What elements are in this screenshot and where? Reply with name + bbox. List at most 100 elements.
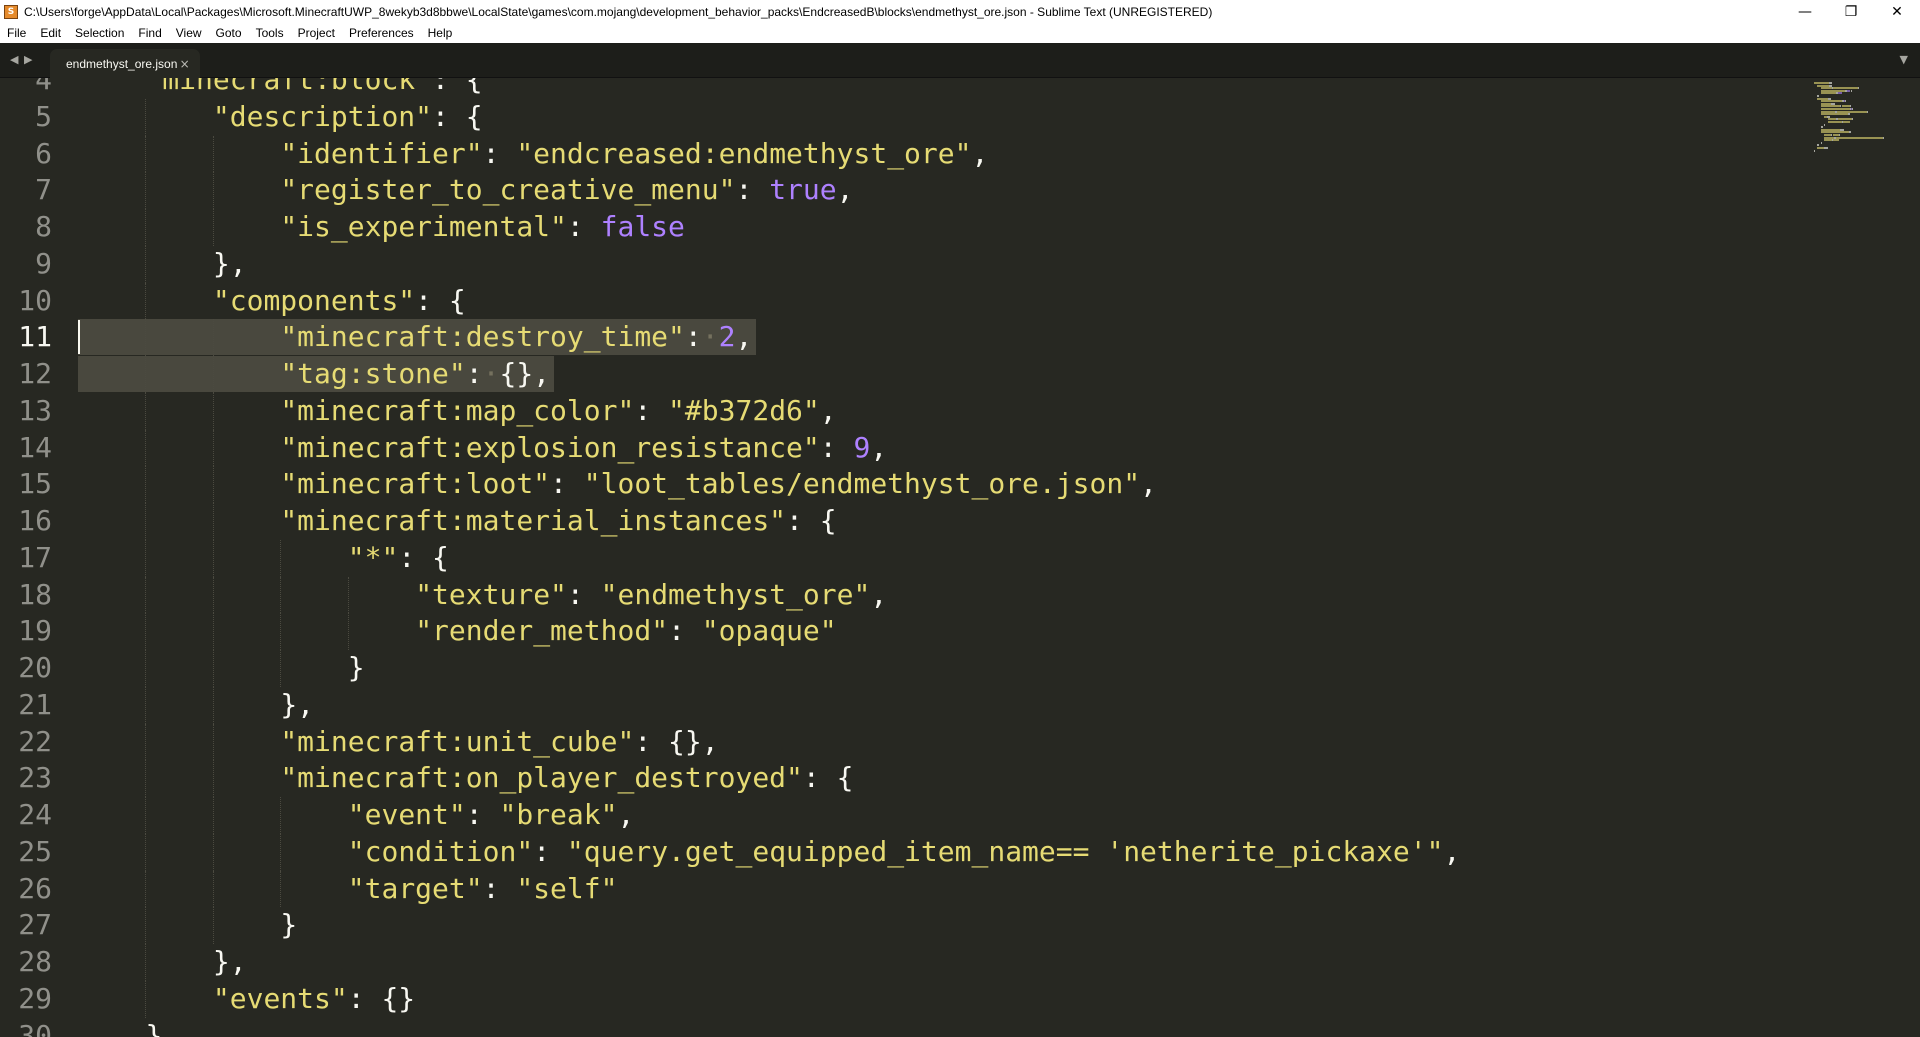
minimap-line: [1843, 121, 1851, 123]
code-line[interactable]: "minecraft:explosion_resistance": 9,: [280, 430, 887, 466]
indent-guide: [145, 356, 147, 393]
line-number-gutter[interactable]: 4 5 6 7 8 9 10 11 12 13 14 15 16 17 18 19 20 21 22 23 24 25 26…: [0, 78, 78, 1037]
line-number: 13: [18, 393, 52, 427]
string-token: "break": [499, 798, 618, 831]
code-editor[interactable]: 4 5 6 7 8 9 10 11 12 13 14 15 16 17 18 19 20 21 22 23 24 25 26…: [0, 78, 1920, 1037]
code-line[interactable]: },: [213, 246, 247, 282]
indent-guide: [145, 760, 147, 797]
indent-guide: [212, 797, 214, 834]
string-token: "description": [212, 99, 433, 133]
punctuation-token: ,: [819, 393, 837, 427]
menu-project[interactable]: Project: [291, 23, 342, 43]
code-line[interactable]: }: [145, 1018, 162, 1037]
indent-guide: [145, 135, 147, 173]
indent-guide: [280, 539, 282, 577]
menu-find[interactable]: Find: [131, 23, 168, 43]
line-number: 30: [18, 1018, 52, 1037]
menu-file[interactable]: File: [0, 23, 33, 43]
code-line[interactable]: },: [280, 687, 314, 723]
code-line[interactable]: "components": {: [213, 283, 466, 319]
code-line[interactable]: "minecraft:loot": "loot_tables/endmethys…: [280, 466, 1157, 502]
indent-guide: [145, 797, 147, 834]
code-line[interactable]: "minecraft:unit_cube": {},: [280, 724, 718, 760]
code-area[interactable]: "minecraft:block": {"description": {"ide…: [78, 78, 1798, 1037]
string-token: "query.get_equipped_item_name== 'netheri…: [566, 834, 1444, 868]
punctuation-token: : {: [415, 283, 466, 317]
code-line[interactable]: },: [213, 944, 247, 980]
code-line[interactable]: "minecraft:block": {: [145, 78, 482, 98]
punctuation-token: ,: [836, 173, 854, 207]
menu-goto[interactable]: Goto: [209, 23, 249, 43]
code-line[interactable]: "description": {: [213, 99, 483, 135]
code-line[interactable]: "target": "self": [348, 871, 618, 907]
back-arrow-icon[interactable]: ◀: [10, 53, 18, 66]
line-number: 17: [18, 540, 52, 574]
minimap[interactable]: [1800, 78, 1898, 1037]
text-caret: [78, 320, 80, 355]
code-line[interactable]: "events": {}: [213, 981, 415, 1017]
line-number: 5: [35, 99, 52, 133]
indent-guide: [145, 319, 147, 356]
line-number: 11: [18, 320, 52, 354]
constant-token: 2: [718, 320, 736, 354]
code-line[interactable]: "render_method": "opaque": [415, 613, 836, 649]
string-token: "components": [212, 283, 416, 317]
chevron-down-icon[interactable]: ▼: [1900, 53, 1908, 66]
tab-endmethyst-ore-json[interactable]: endmethyst_ore.json ×: [50, 49, 200, 78]
close-button[interactable]: ✕: [1874, 0, 1920, 23]
code-line[interactable]: "minecraft:destroy_time":·2,: [280, 319, 752, 355]
indent-guide: [145, 650, 147, 687]
menu-view[interactable]: View: [169, 23, 209, 43]
menu-preferences[interactable]: Preferences: [342, 23, 421, 43]
line-number: 24: [18, 798, 52, 831]
indent-guide: [212, 172, 214, 209]
code-line[interactable]: "is_experimental": false: [280, 209, 685, 245]
code-line[interactable]: }: [348, 650, 365, 686]
indent-guide: [145, 980, 147, 1018]
code-line[interactable]: "texture": "endmethyst_ore",: [415, 577, 887, 613]
code-line[interactable]: "minecraft:on_player_destroyed": {: [280, 760, 853, 796]
punctuation-token: : {: [432, 99, 483, 133]
minimize-button[interactable]: —: [1782, 0, 1828, 23]
indent-guide: [212, 503, 214, 540]
indent-guide: [145, 282, 147, 320]
punctuation-token: ,: [1140, 467, 1157, 501]
code-line[interactable]: "register_to_creative_menu": true,: [280, 172, 853, 208]
maximize-button[interactable]: ❐: [1828, 0, 1874, 23]
close-tab-icon[interactable]: ×: [177, 57, 192, 71]
title-bar: S C:\Users\forge\AppData\Local\Packages\…: [0, 0, 1920, 23]
menu-tools[interactable]: Tools: [249, 23, 291, 43]
minimap-line: [1820, 92, 1837, 95]
string-token: "self": [516, 871, 618, 905]
menu-edit[interactable]: Edit: [33, 23, 68, 43]
line-number: 16: [18, 504, 52, 537]
menu-help[interactable]: Help: [421, 23, 460, 43]
line-number: 12: [18, 357, 52, 390]
string-token: "loot_tables/endmethyst_ore.json": [583, 467, 1141, 501]
minimap-line: [1824, 139, 1832, 142]
code-line[interactable]: }: [280, 907, 297, 943]
line-number: 10: [18, 283, 52, 317]
indent-guide: [280, 650, 282, 687]
vertical-scrollbar[interactable]: [1902, 78, 1920, 1037]
string-token: "minecraft:material_instances": [280, 504, 787, 537]
indent-guide: [145, 503, 147, 540]
line-number: 27: [18, 908, 52, 942]
code-line[interactable]: "minecraft:material_instances": {: [280, 503, 836, 539]
punctuation-token: : {},: [634, 724, 719, 758]
indent-guide: [145, 466, 147, 503]
punctuation-token: }: [347, 651, 365, 684]
code-line[interactable]: "tag:stone":·{},: [280, 356, 550, 392]
code-line[interactable]: "minecraft:map_color": "#b372d6",: [280, 393, 836, 429]
code-line[interactable]: "identifier": "endcreased:endmethyst_ore…: [280, 136, 988, 172]
string-token: "endcreased:endmethyst_ore": [516, 136, 972, 170]
code-line[interactable]: "event": "break",: [348, 797, 635, 833]
menu-selection[interactable]: Selection: [68, 23, 131, 43]
code-line[interactable]: "condition": "query.get_equipped_item_na…: [348, 834, 1461, 870]
indent-guide: [212, 650, 214, 687]
forward-arrow-icon[interactable]: ▶: [24, 53, 32, 66]
punctuation-token: }: [280, 908, 298, 942]
code-line[interactable]: "*": {: [348, 540, 449, 576]
string-token: "register_to_creative_menu": [280, 173, 736, 207]
punctuation-token: ·: [482, 357, 500, 390]
